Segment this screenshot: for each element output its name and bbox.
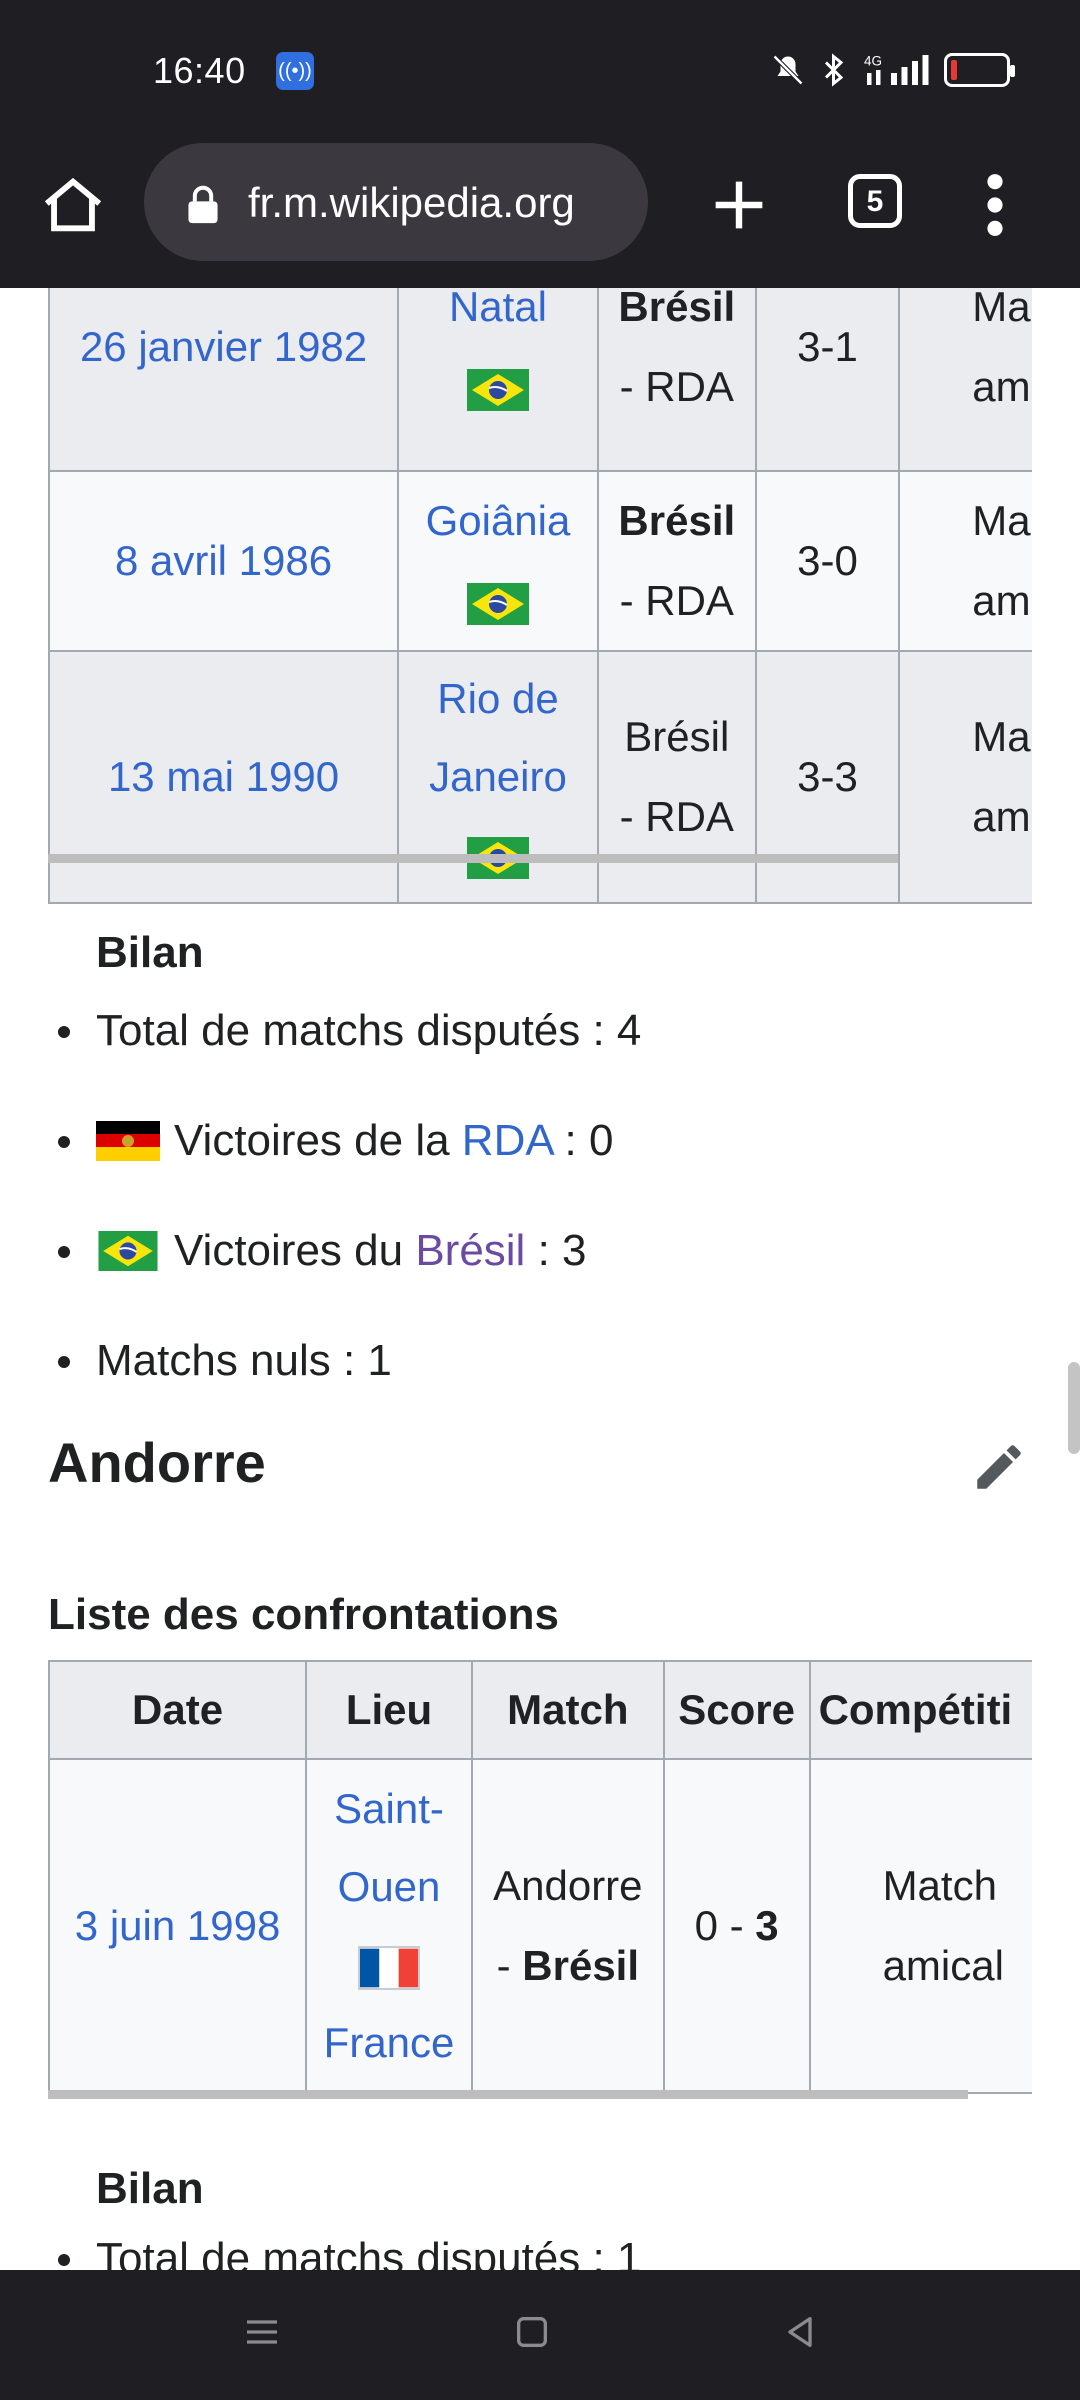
competition-cell: Match <box>882 1862 997 1909</box>
match-rest: - RDA <box>619 363 734 410</box>
table-row: 3 juin 1998 Saint- Ouen France Andorre - … <box>48 1758 1032 2094</box>
competition-cell: am <box>972 793 1031 840</box>
competition-cell: Ma <box>972 288 1031 330</box>
edit-pencil-icon[interactable] <box>970 1438 1028 1496</box>
bilan-list: Total de matchs disputés : 1 <box>48 2234 641 2270</box>
plus-icon[interactable] <box>704 170 774 240</box>
bilan-nuls: Matchs nuls : 1 <box>96 1336 392 1385</box>
match-winner: Brésil <box>618 497 736 544</box>
header-date[interactable]: Date <box>48 1660 308 1760</box>
table-row: 13 mai 1990 Rio de Janeiro Brésil - RDA 3… <box>48 650 1032 904</box>
competition-cell: Ma <box>972 713 1031 760</box>
page-scrollbar[interactable] <box>1068 1362 1080 1454</box>
brazil-flag-icon <box>466 582 529 625</box>
header-competition[interactable]: Compétiti <box>808 1660 1032 1760</box>
table-row: 8 avril 1986 Goiânia Brésil - RDA 3-0 Ma a… <box>48 470 1032 652</box>
network-label: 4G <box>864 54 882 69</box>
menu-icon[interactable] <box>242 2312 282 2352</box>
match-line: Brésil <box>624 713 730 760</box>
system-navigation-bar <box>0 2270 1080 2400</box>
header-lieu[interactable]: Lieu <box>305 1660 473 1760</box>
match-line: Andorre <box>493 1862 643 1909</box>
list-item: Victoires du Brésil : 3 <box>48 1226 641 1336</box>
date-link[interactable]: 13 mai 1990 <box>108 753 339 800</box>
status-time: 16:40 <box>153 50 246 91</box>
bilan-total: Total de matchs disputés : 1 <box>96 2234 642 2270</box>
country-link[interactable]: France <box>324 2019 455 2066</box>
bilan-text: : 3 <box>525 1226 587 1275</box>
home-icon[interactable] <box>38 170 108 240</box>
lock-icon <box>188 185 218 224</box>
list-item: Total de matchs disputés : 4 <box>48 1006 641 1116</box>
brazil-flag-icon <box>98 1231 158 1271</box>
score-text: 0 - <box>694 1902 756 1949</box>
competition-cell: Ma <box>972 497 1031 544</box>
match-dash: - <box>496 1942 523 1989</box>
gdr-flag-icon <box>96 1121 160 1161</box>
hotspot-icon: ((•)) <box>276 52 314 90</box>
competition-cell: amical <box>882 1942 1004 1989</box>
score-cell: 3-1 <box>754 288 901 472</box>
france-flag-icon <box>358 1945 421 1990</box>
table-row: 26 janvier 1982 Natal Brésil - RDA 3-1 Ma… <box>48 288 1032 472</box>
tabs-button[interactable]: 5 <box>848 174 902 228</box>
bilan-heading: Bilan <box>96 928 204 977</box>
match-rest: - RDA <box>619 577 734 624</box>
lieu-link[interactable]: Saint- <box>334 1785 444 1832</box>
table-header-row: Date Lieu Match Score Compétiti <box>48 1660 1032 1760</box>
browser-toolbar: fr.m.wikipedia.org 5 <box>0 140 1080 288</box>
andorre-confrontations-table: Date Lieu Match Score Compétiti 3 juin 1… <box>48 1660 1032 2094</box>
brazil-flag-icon <box>466 368 529 411</box>
bilan-text: : 0 <box>552 1116 614 1165</box>
match-winner: Brésil <box>618 288 736 330</box>
competition-cell: am <box>972 363 1031 410</box>
list-item: Total de matchs disputés : 1 <box>48 2234 641 2270</box>
score-winner: 3 <box>755 1902 779 1949</box>
lieu-link[interactable]: Goiânia <box>426 497 571 544</box>
rda-confrontations-table: 26 janvier 1982 Natal Brésil - RDA 3-1 Ma… <box>48 288 1032 904</box>
address-bar[interactable]: fr.m.wikipedia.org <box>144 143 648 261</box>
bilan-text: Victoires de la <box>174 1116 462 1165</box>
date-link[interactable]: 3 juin 1998 <box>75 1902 281 1949</box>
bluetooth-icon <box>824 53 844 87</box>
table-horizontal-scrollbar[interactable] <box>48 2090 968 2099</box>
back-icon[interactable] <box>780 2312 820 2352</box>
bilan-heading: Bilan <box>96 2164 204 2213</box>
match-winner: Brésil <box>522 1942 640 1989</box>
lieu-link[interactable]: Janeiro <box>429 753 567 800</box>
square-home-icon[interactable] <box>512 2312 552 2352</box>
lieu-link[interactable]: Natal <box>449 288 547 330</box>
bilan-total: Total de matchs disputés : 4 <box>96 1006 642 1055</box>
table-horizontal-scrollbar[interactable] <box>48 854 898 863</box>
lieu-link[interactable]: Ouen <box>338 1863 441 1910</box>
lieu-link[interactable]: Rio de <box>437 675 558 722</box>
bresil-link[interactable]: Brésil <box>415 1226 525 1275</box>
status-icons: 4G <box>770 52 1015 88</box>
rda-link[interactable]: RDA <box>462 1116 552 1165</box>
article-content[interactable]: 26 janvier 1982 Natal Brésil - RDA 3-1 Ma… <box>0 288 1080 2270</box>
bilan-list: Total de matchs disputés : 4 Victoires d… <box>48 1006 641 1446</box>
score-cell: 3-0 <box>754 470 901 652</box>
mute-icon <box>772 54 804 86</box>
header-score[interactable]: Score <box>662 1660 811 1760</box>
more-vert-icon[interactable] <box>980 170 1010 240</box>
date-link[interactable]: 26 janvier 1982 <box>80 323 367 370</box>
date-link[interactable]: 8 avril 1986 <box>115 537 332 584</box>
header-match[interactable]: Match <box>470 1660 665 1760</box>
subheading-confrontations: Liste des confrontations <box>48 1590 559 1639</box>
signal-4g-icon: 4G <box>864 54 929 85</box>
match-line: - RDA <box>619 793 734 840</box>
list-item: Victoires de la RDA : 0 <box>48 1116 641 1226</box>
status-bar: 16:40 ((•)) 4G <box>0 0 1080 140</box>
score-cell: 3-3 <box>754 650 901 904</box>
bilan-text: Victoires du <box>174 1226 416 1275</box>
url-text: fr.m.wikipedia.org <box>248 179 575 226</box>
battery-low-icon <box>944 53 1015 87</box>
competition-cell: am <box>972 577 1031 624</box>
section-heading-andorre: Andorre <box>48 1431 266 1494</box>
